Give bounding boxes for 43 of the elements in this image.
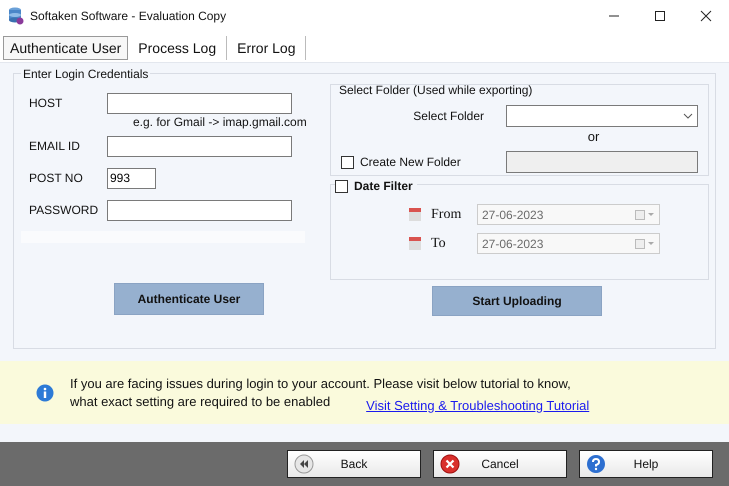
folder-dropdown[interactable] bbox=[506, 105, 698, 127]
date-picker[interactable]: 27-06-2023 bbox=[477, 233, 660, 254]
database-icon bbox=[8, 7, 24, 25]
date-label: From bbox=[430, 206, 462, 222]
checkbox[interactable] bbox=[335, 180, 348, 192]
help-icon bbox=[586, 454, 606, 474]
group-label: Enter Login Credentials bbox=[21, 67, 150, 81]
calendar-icon bbox=[409, 208, 421, 221]
start-uploading-button[interactable]: Start Uploading bbox=[432, 286, 602, 316]
calendar-dropdown-icon[interactable] bbox=[635, 238, 655, 248]
authenticate-button[interactable]: Authenticate User bbox=[114, 283, 264, 315]
info-icon bbox=[36, 384, 54, 402]
group-label: Select Folder (Used while exporting) bbox=[339, 83, 534, 97]
input-field[interactable] bbox=[107, 136, 292, 156]
tab[interactable]: Authenticate User bbox=[3, 36, 128, 60]
field-label: Select Folder bbox=[413, 109, 484, 123]
footer-button[interactable]: Help bbox=[579, 450, 713, 478]
field-label: POST NO bbox=[29, 171, 84, 185]
info-message: what exact setting are required to be enabled bbox=[70, 392, 330, 410]
input-field[interactable] bbox=[107, 200, 292, 220]
checkbox[interactable] bbox=[341, 156, 354, 168]
calendar-dropdown-icon[interactable] bbox=[635, 210, 655, 220]
window-title: Softaken Software - Evaluation Copy bbox=[30, 9, 226, 23]
rewind-icon bbox=[294, 454, 314, 474]
tutorial-link[interactable]: Visit Setting & Troubleshooting Tutorial bbox=[366, 396, 590, 414]
calendar-icon bbox=[409, 237, 421, 250]
input-field[interactable]: 993 bbox=[107, 168, 156, 188]
checkbox-label: Create New Folder bbox=[360, 155, 461, 169]
info-message: If you are facing issues during login to your account. Please visit below tutorial to know, bbox=[70, 374, 571, 392]
date-picker[interactable]: 27-06-2023 bbox=[477, 204, 660, 225]
field-label: PASSWORD bbox=[29, 203, 100, 217]
footer-button[interactable]: Cancel bbox=[433, 450, 567, 478]
hint-text: e.g. for Gmail -> imap.gmail.com bbox=[133, 115, 308, 129]
chevron-down-icon[interactable] bbox=[683, 113, 693, 119]
or-label: or bbox=[586, 129, 600, 145]
cancel-icon bbox=[440, 454, 460, 474]
date-label: To bbox=[430, 236, 447, 252]
field-label: EMAIL ID bbox=[29, 139, 81, 153]
footer-button[interactable]: Back bbox=[287, 450, 421, 478]
field-label: HOST bbox=[29, 96, 64, 110]
folder-name-field[interactable] bbox=[506, 151, 698, 173]
checkbox-label: Date Filter bbox=[354, 179, 413, 193]
input-field[interactable] bbox=[107, 92, 292, 114]
